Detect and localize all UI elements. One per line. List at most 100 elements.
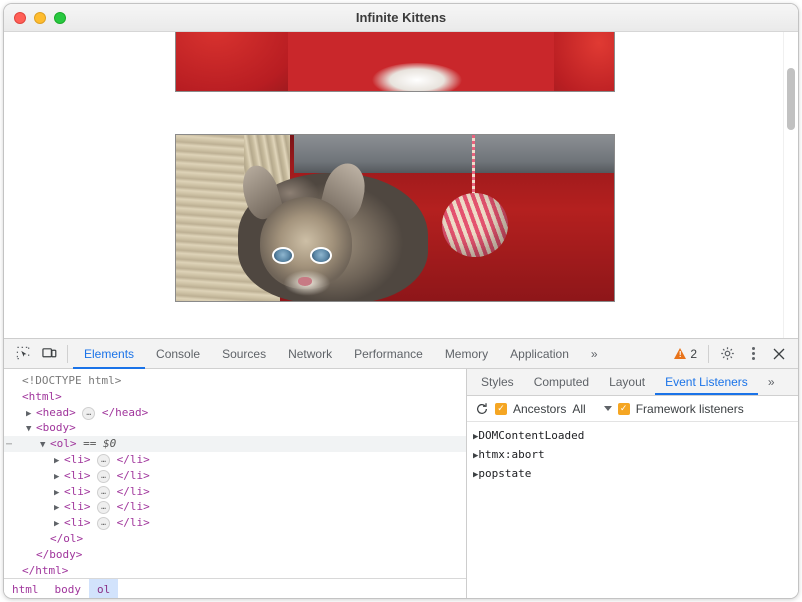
- gear-icon[interactable]: [714, 342, 740, 366]
- console-ref-label: == $0: [77, 437, 117, 450]
- kitten-list: [175, 32, 615, 338]
- event-listeners-filter-bar: ✓ Ancestors All ✓ Framework listeners: [467, 396, 798, 422]
- breadcrumb-item-body[interactable]: body: [47, 579, 90, 599]
- kitten-image-1-bg-left: [176, 32, 288, 91]
- node-tag: <head>: [36, 406, 76, 419]
- page-scrollbar[interactable]: [783, 32, 798, 338]
- breadcrumb-item-ol[interactable]: ol: [89, 579, 118, 599]
- dom-node[interactable]: ▼<body>: [4, 420, 466, 436]
- tab-console[interactable]: Console: [145, 339, 211, 369]
- kitten-image-2-nose: [298, 277, 312, 286]
- tabs-overflow-icon[interactable]: »: [580, 339, 609, 369]
- node-close-tag: </li>: [117, 469, 150, 482]
- dom-node[interactable]: ▶<head> … </head>: [4, 405, 466, 421]
- dom-node[interactable]: ▶<li> … </li>: [4, 499, 466, 515]
- warning-triangle-icon: [674, 348, 686, 359]
- tab-network[interactable]: Network: [277, 339, 343, 369]
- ancestors-checkbox[interactable]: ✓: [495, 403, 507, 415]
- collapsed-children-badge[interactable]: …: [97, 517, 110, 530]
- tab-computed[interactable]: Computed: [524, 369, 599, 395]
- node-tag: <body>: [36, 421, 76, 434]
- dom-node[interactable]: ▶<li> … </li>: [4, 468, 466, 484]
- event-listener-row[interactable]: ▶htmx:abort: [473, 446, 798, 465]
- event-listeners-list[interactable]: ▶DOMContentLoaded▶htmx:abort▶popstate: [467, 422, 798, 599]
- node-overflow-dots[interactable]: ⋯: [6, 437, 12, 453]
- framework-listeners-checkbox[interactable]: ✓: [618, 403, 630, 415]
- inspect-cursor-icon[interactable]: [10, 342, 36, 366]
- node-tag: </body>: [36, 548, 82, 561]
- dom-node[interactable]: ▶<li> … </li>: [4, 484, 466, 500]
- collapsed-children-badge[interactable]: …: [97, 486, 110, 499]
- kebab-menu-icon[interactable]: [740, 342, 766, 366]
- node-tag: <ol>: [50, 437, 77, 450]
- tab-elements[interactable]: Elements: [73, 339, 145, 369]
- tab-memory[interactable]: Memory: [434, 339, 499, 369]
- warning-badge[interactable]: 2: [668, 347, 703, 361]
- toolbar-divider: [67, 345, 68, 363]
- tab-application[interactable]: Application: [499, 339, 580, 369]
- minimize-window-button[interactable]: [34, 12, 46, 24]
- node-tag: <li>: [64, 453, 91, 466]
- collapsed-children-badge[interactable]: …: [97, 454, 110, 467]
- breadcrumb-item-html[interactable]: html: [4, 579, 47, 599]
- kitten-image-2-eye-left: [272, 247, 294, 264]
- listener-scope-value: All: [572, 402, 585, 416]
- list-item: [175, 32, 615, 92]
- collapsed-children-badge[interactable]: …: [97, 470, 110, 483]
- tab-event-listeners[interactable]: Event Listeners: [655, 369, 758, 395]
- node-tag: <li>: [64, 500, 91, 513]
- node-close-tag: </li>: [117, 485, 150, 498]
- node-close-tag: </head>: [102, 406, 148, 419]
- window-titlebar: Infinite Kittens: [4, 4, 798, 32]
- sidebar-tabs: Styles Computed Layout Event Listeners »: [467, 369, 798, 396]
- event-listener-name: htmx:abort: [478, 448, 544, 461]
- sidebar-pane: Styles Computed Layout Event Listeners »…: [467, 369, 798, 599]
- dom-node[interactable]: ⋯▼<ol> == $0: [4, 436, 466, 452]
- close-window-button[interactable]: [14, 12, 26, 24]
- devtools-panel: Elements Console Sources Network Perform…: [4, 338, 798, 599]
- devtools-body: <!DOCTYPE html><html> ▶<head> … </head>▼<…: [4, 369, 798, 599]
- event-listener-row[interactable]: ▶popstate: [473, 465, 798, 484]
- node-tag: <html>: [22, 390, 62, 403]
- tab-styles[interactable]: Styles: [471, 369, 524, 395]
- zoom-window-button[interactable]: [54, 12, 66, 24]
- collapsed-children-badge[interactable]: …: [82, 407, 95, 420]
- page-scrollbar-thumb[interactable]: [787, 68, 795, 130]
- kitten-image-1[interactable]: [175, 32, 615, 92]
- node-tag: <li>: [64, 516, 91, 529]
- listener-scope-select[interactable]: All: [572, 402, 611, 416]
- ancestors-label: Ancestors: [513, 402, 566, 416]
- toolbar-divider-2: [708, 345, 709, 363]
- devtools-tabs: Elements Console Sources Network Perform…: [73, 339, 609, 369]
- event-listener-name: popstate: [478, 467, 531, 480]
- refresh-icon[interactable]: [475, 402, 489, 416]
- dom-node[interactable]: <!DOCTYPE html>: [4, 373, 466, 389]
- node-tag: <li>: [64, 469, 91, 482]
- dom-node[interactable]: </ol>: [4, 531, 466, 547]
- dom-node[interactable]: <html>: [4, 389, 466, 405]
- tab-sources[interactable]: Sources: [211, 339, 277, 369]
- collapsed-children-badge[interactable]: …: [97, 501, 110, 514]
- twine-string: [472, 135, 475, 197]
- page-viewport: [4, 32, 798, 338]
- sidebar-tabs-overflow-icon[interactable]: »: [758, 369, 785, 395]
- window-title: Infinite Kittens: [4, 10, 798, 25]
- kitten-image-1-chest: [372, 63, 462, 92]
- dom-node[interactable]: ▶<li> … </li>: [4, 452, 466, 468]
- event-listener-name: DOMContentLoaded: [478, 429, 584, 442]
- device-toolbar-icon[interactable]: [36, 342, 62, 366]
- dom-node[interactable]: </html>: [4, 563, 466, 579]
- kitten-image-2[interactable]: [175, 134, 615, 302]
- dom-node[interactable]: ▶<li> … </li>: [4, 515, 466, 531]
- kitten-image-2-eye-right: [310, 247, 332, 264]
- event-listener-row[interactable]: ▶DOMContentLoaded: [473, 427, 798, 446]
- close-icon[interactable]: [766, 342, 792, 366]
- breadcrumb: htmlbodyol: [4, 578, 466, 599]
- dom-node[interactable]: </body>: [4, 547, 466, 563]
- dom-tree[interactable]: <!DOCTYPE html><html> ▶<head> … </head>▼<…: [4, 369, 466, 578]
- tab-performance[interactable]: Performance: [343, 339, 434, 369]
- node-close-tag: </li>: [117, 453, 150, 466]
- tab-layout[interactable]: Layout: [599, 369, 655, 395]
- chevron-down-icon: [604, 406, 612, 411]
- node-tag: <li>: [64, 485, 91, 498]
